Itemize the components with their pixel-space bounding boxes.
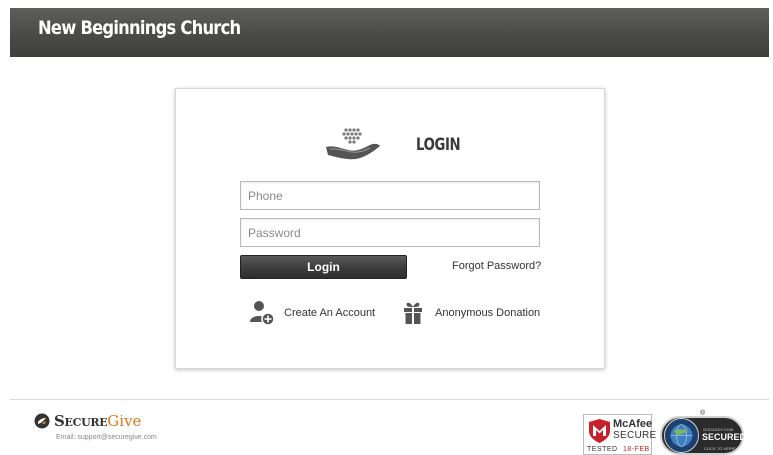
forgot-password-link[interactable]: Forgot Password? — [452, 260, 541, 272]
securegive-brand-secure: Secure — [54, 412, 108, 430]
site-header: New Beginnings Church — [10, 8, 769, 57]
mcafee-shield-icon — [589, 419, 610, 443]
footer-divider — [10, 399, 769, 400]
godaddy-secured: SECURED — [702, 432, 747, 442]
securegive-logo: SecureGive — [34, 413, 141, 429]
godaddy-verify: CLICK TO VERIFY — [704, 446, 738, 451]
login-card: LOGIN Login Forgot Password? Create An A… — [175, 88, 605, 369]
securegive-logo-icon — [34, 413, 50, 429]
church-name: New Beginnings Church — [38, 17, 241, 39]
login-heading: LOGIN — [416, 135, 461, 155]
anonymous-donation-label: Anonymous Donation — [435, 307, 541, 319]
phone-input[interactable] — [240, 181, 540, 210]
support-email: Email: support@securegive.com — [56, 434, 157, 441]
mcafee-badge[interactable]: McAfee SECURE TESTED 18-FEB — [583, 414, 656, 455]
user-add-icon — [250, 301, 275, 326]
mcafee-secure-text: SECURE — [613, 430, 657, 441]
securegive-brand-give: Give — [107, 412, 142, 430]
mcafee-tested-text: TESTED — [587, 446, 618, 453]
mcafee-brand: McAfee — [613, 418, 653, 430]
globe-icon — [664, 418, 699, 453]
create-account-link[interactable]: Create An Account — [249, 300, 375, 326]
hand-coins-icon — [326, 128, 380, 160]
mcafee-date: 18-FEB — [623, 446, 650, 453]
anonymous-donation-link[interactable]: Anonymous Donation — [400, 300, 540, 326]
login-button[interactable]: Login — [240, 255, 407, 279]
gift-icon — [404, 302, 422, 324]
password-input[interactable] — [240, 218, 540, 247]
godaddy-seal[interactable]: ® GODADDY.COM SECURED CLICK TO VERIFY — [660, 410, 747, 455]
create-account-label: Create An Account — [284, 307, 376, 319]
